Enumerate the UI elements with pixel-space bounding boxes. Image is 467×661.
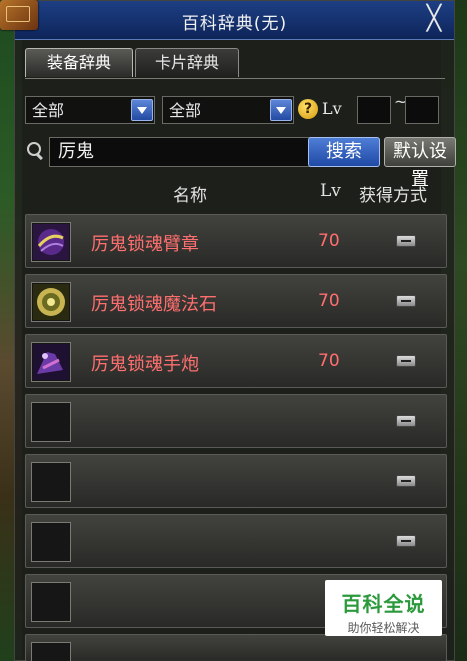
- category-select-2-value: 全部: [169, 101, 202, 120]
- table-row[interactable]: [25, 394, 447, 448]
- table-row[interactable]: [25, 514, 447, 568]
- table-row[interactable]: [25, 454, 447, 508]
- acquire-method-button[interactable]: [396, 415, 416, 427]
- item-level: 70: [318, 231, 340, 251]
- table-row[interactable]: 厉鬼锁魂魔法石 70: [25, 274, 447, 328]
- category-select-1[interactable]: 全部: [25, 96, 155, 124]
- watermark-logo: 百科全说 助你轻松解决: [325, 580, 442, 636]
- table-header: 名称 Lv 获得方式: [25, 179, 445, 207]
- help-icon[interactable]: ?: [298, 99, 318, 119]
- table-row[interactable]: 厉鬼锁魂手炮 70: [25, 334, 447, 388]
- category-select-2[interactable]: 全部: [162, 96, 294, 124]
- level-label: Lv: [322, 99, 342, 118]
- item-level: 70: [318, 291, 340, 311]
- item-slot[interactable]: [31, 462, 71, 502]
- hand-cannon-icon: [33, 344, 69, 380]
- acquire-method-button[interactable]: [396, 535, 416, 547]
- search-icon: [25, 140, 47, 162]
- level-max-input[interactable]: [405, 96, 439, 124]
- acquire-method-button[interactable]: [396, 355, 416, 367]
- tab-equipment-dictionary[interactable]: 装备辞典: [25, 48, 133, 77]
- item-name: 厉鬼锁魂手炮: [91, 354, 199, 375]
- default-settings-button[interactable]: 默认设置: [384, 137, 456, 190]
- category-select-1-value: 全部: [32, 101, 65, 120]
- armband-icon: [33, 224, 69, 260]
- watermark-subtitle: 助你轻松解决: [347, 621, 420, 635]
- column-header-lv: Lv: [320, 181, 341, 201]
- item-name: 厉鬼锁魂臂章: [91, 234, 199, 255]
- search-input[interactable]: 厉鬼: [49, 137, 315, 167]
- window-title: 百科辞典(无): [181, 14, 288, 34]
- close-button[interactable]: ╳: [422, 4, 446, 32]
- chevron-down-icon[interactable]: [131, 99, 153, 121]
- tab-divider: [25, 78, 445, 79]
- column-header-acquire: 获得方式: [359, 186, 427, 206]
- acquire-method-button[interactable]: [396, 235, 416, 247]
- tab-card-dictionary[interactable]: 卡片辞典: [135, 48, 239, 77]
- item-slot[interactable]: [31, 642, 71, 661]
- magic-stone-icon: [33, 284, 69, 320]
- item-slot[interactable]: [31, 282, 71, 322]
- chevron-down-icon[interactable]: [270, 99, 292, 121]
- watermark-title: 百科全说: [341, 592, 426, 616]
- search-button[interactable]: 搜索: [308, 137, 380, 167]
- table-row[interactable]: 厉鬼锁魂臂章 70: [25, 214, 447, 268]
- item-slot[interactable]: [31, 222, 71, 262]
- item-slot[interactable]: [31, 522, 71, 562]
- table-row[interactable]: [25, 634, 447, 661]
- acquire-method-button[interactable]: [396, 295, 416, 307]
- item-name: 厉鬼锁魂魔法石: [91, 294, 217, 315]
- item-slot[interactable]: [31, 402, 71, 442]
- item-slot[interactable]: [31, 582, 71, 622]
- item-level: 70: [318, 351, 340, 371]
- encyclopedia-window: 百科辞典(无) ╳ 装备辞典 卡片辞典 全部 全部 ? Lv ~ 厉鬼 搜索 默…: [14, 0, 456, 661]
- column-header-name: 名称: [173, 186, 207, 206]
- game-scene: 百科辞典(无) ╳ 装备辞典 卡片辞典 全部 全部 ? Lv ~ 厉鬼 搜索 默…: [0, 0, 467, 661]
- acquire-method-button[interactable]: [396, 475, 416, 487]
- title-bar[interactable]: 百科辞典(无) ╳: [15, 1, 454, 40]
- close-icon: ╳: [426, 4, 442, 32]
- level-min-input[interactable]: [357, 96, 391, 124]
- book-icon: [0, 0, 38, 30]
- item-slot[interactable]: [31, 342, 71, 382]
